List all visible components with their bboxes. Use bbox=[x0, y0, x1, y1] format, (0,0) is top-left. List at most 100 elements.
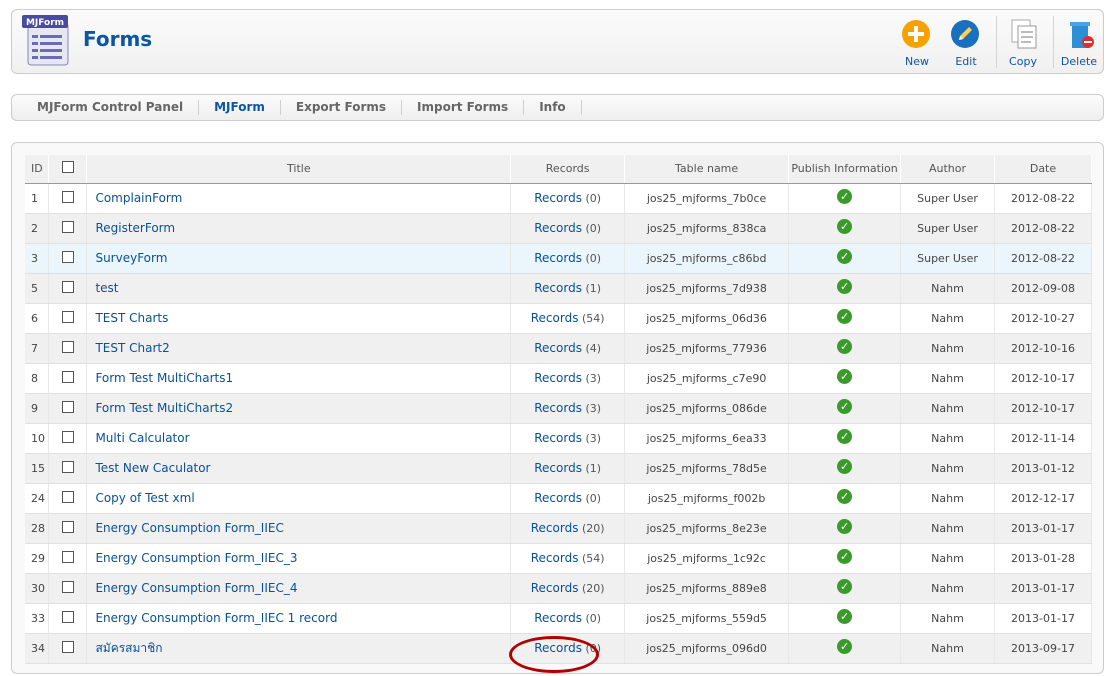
published-check-icon[interactable]: ✓ bbox=[837, 219, 853, 234]
records-link[interactable]: Records bbox=[534, 191, 582, 205]
row-records-cell: Records (3) bbox=[510, 423, 626, 454]
published-check-icon[interactable]: ✓ bbox=[837, 369, 853, 384]
row-date: 2012-11-14 bbox=[994, 423, 1093, 454]
row-checkbox[interactable] bbox=[61, 550, 74, 563]
row-date: 2013-01-17 bbox=[994, 603, 1093, 634]
records-link[interactable]: Records bbox=[534, 491, 582, 505]
published-check-icon[interactable]: ✓ bbox=[837, 519, 853, 534]
submenu-item-import-forms[interactable]: Import Forms bbox=[402, 100, 525, 115]
records-link[interactable]: Records bbox=[534, 341, 582, 355]
published-check-icon[interactable]: ✓ bbox=[837, 609, 853, 624]
row-checkbox[interactable] bbox=[61, 250, 74, 263]
row-author: Super User bbox=[900, 243, 995, 274]
published-check-icon[interactable]: ✓ bbox=[837, 249, 853, 264]
published-check-icon[interactable]: ✓ bbox=[837, 309, 853, 324]
row-checkbox[interactable] bbox=[61, 220, 74, 233]
edit-button[interactable]: Edit bbox=[943, 18, 989, 68]
plus-icon bbox=[902, 20, 930, 48]
column-header-table-name[interactable]: Table name bbox=[624, 155, 790, 184]
table-row: 5 test Records (1) jos25_mjforms_7d938 ✓ Nahm… bbox=[25, 273, 1093, 304]
published-check-icon[interactable]: ✓ bbox=[837, 579, 853, 594]
submenu-item-mjform[interactable]: MJForm bbox=[199, 100, 281, 115]
published-check-icon[interactable]: ✓ bbox=[837, 639, 853, 654]
row-records-cell: Records (20) bbox=[510, 573, 626, 604]
table-row: 6 TEST Charts Records (54) jos25_mjforms_06… bbox=[25, 303, 1093, 334]
row-checkbox[interactable] bbox=[61, 640, 74, 653]
row-checkbox[interactable] bbox=[61, 310, 74, 323]
records-link[interactable]: Records bbox=[531, 581, 579, 595]
records-link[interactable]: Records bbox=[534, 431, 582, 445]
row-publish-cell: ✓ bbox=[788, 363, 902, 394]
delete-button[interactable]: Delete bbox=[1056, 18, 1102, 68]
row-publish-cell: ✓ bbox=[788, 573, 902, 604]
form-title-link[interactable]: Copy of Test xml bbox=[95, 491, 194, 505]
records-link[interactable]: Records bbox=[534, 251, 582, 265]
check-all-checkbox[interactable] bbox=[61, 161, 74, 174]
table-row: 30 Energy Consumption Form_IIEC_4 Records … bbox=[25, 573, 1093, 604]
row-checkbox[interactable] bbox=[61, 370, 74, 383]
copy-button[interactable]: Copy bbox=[1000, 18, 1046, 68]
records-link[interactable]: Records bbox=[534, 281, 582, 295]
form-title-link[interactable]: RegisterForm bbox=[95, 221, 175, 235]
row-checkbox[interactable] bbox=[61, 460, 74, 473]
submenu-item-export-forms[interactable]: Export Forms bbox=[281, 100, 403, 115]
row-checkbox[interactable] bbox=[61, 520, 74, 533]
row-title-cell: Multi Calculator bbox=[86, 423, 512, 454]
row-checkbox[interactable] bbox=[61, 280, 74, 293]
form-title-link[interactable]: SurveyForm bbox=[95, 251, 167, 265]
published-check-icon[interactable]: ✓ bbox=[837, 459, 853, 474]
form-title-link[interactable]: TEST Chart2 bbox=[95, 341, 169, 355]
records-link[interactable]: Records bbox=[531, 521, 579, 535]
row-checkbox[interactable] bbox=[61, 580, 74, 593]
form-title-link[interactable]: ComplainForm bbox=[95, 191, 182, 205]
records-link[interactable]: Records bbox=[534, 461, 582, 475]
published-check-icon[interactable]: ✓ bbox=[837, 399, 853, 414]
row-records-cell: Records (3) bbox=[510, 363, 626, 394]
row-checkbox[interactable] bbox=[61, 490, 74, 503]
row-checkbox[interactable] bbox=[61, 430, 74, 443]
form-title-link[interactable]: Energy Consumption Form_IIEC 1 record bbox=[95, 611, 337, 625]
records-link[interactable]: Records bbox=[534, 221, 582, 235]
column-header-publish[interactable]: Publish Information bbox=[788, 155, 902, 184]
records-link[interactable]: Records bbox=[534, 401, 582, 415]
submenu-item-control-panel[interactable]: MJForm Control Panel bbox=[22, 100, 200, 115]
published-check-icon[interactable]: ✓ bbox=[837, 549, 853, 564]
form-title-link[interactable]: สมัครสมาชิก bbox=[95, 641, 162, 655]
form-title-link[interactable]: Form Test MultiCharts2 bbox=[95, 401, 233, 415]
records-link[interactable]: Records bbox=[531, 551, 579, 565]
column-header-id[interactable]: ID bbox=[25, 155, 50, 184]
new-button[interactable]: New bbox=[894, 18, 940, 68]
published-check-icon[interactable]: ✓ bbox=[837, 339, 853, 354]
form-title-link[interactable]: Energy Consumption Form_IIEC bbox=[95, 521, 283, 535]
column-header-date[interactable]: Date bbox=[994, 155, 1093, 184]
row-checkbox[interactable] bbox=[61, 190, 74, 203]
records-link[interactable]: Records bbox=[531, 311, 579, 325]
form-title-link[interactable]: Multi Calculator bbox=[95, 431, 189, 445]
table-header-row: ID Title Records Table name Publish Info… bbox=[25, 155, 1093, 184]
row-checkbox[interactable] bbox=[61, 340, 74, 353]
records-count: (3) bbox=[585, 402, 602, 415]
form-title-link[interactable]: Energy Consumption Form_IIEC_4 bbox=[95, 581, 297, 595]
toolbar-divider bbox=[996, 16, 997, 68]
row-checkbox[interactable] bbox=[61, 610, 74, 623]
form-title-link[interactable]: Form Test MultiCharts1 bbox=[95, 371, 233, 385]
row-author: Nahm bbox=[900, 333, 995, 364]
column-header-title[interactable]: Title bbox=[86, 155, 512, 184]
form-title-link[interactable]: test bbox=[95, 281, 118, 295]
records-link[interactable]: Records bbox=[534, 611, 582, 625]
submenu-item-info[interactable]: Info bbox=[524, 100, 582, 115]
column-header-records[interactable]: Records bbox=[510, 155, 626, 184]
form-title-link[interactable]: Test New Caculator bbox=[95, 461, 210, 475]
records-link[interactable]: Records bbox=[534, 371, 582, 385]
form-title-link[interactable]: Energy Consumption Form_IIEC_3 bbox=[95, 551, 297, 565]
published-check-icon[interactable]: ✓ bbox=[837, 429, 853, 444]
form-title-link[interactable]: TEST Charts bbox=[95, 311, 168, 325]
published-check-icon[interactable]: ✓ bbox=[837, 489, 853, 504]
row-checkbox[interactable] bbox=[61, 400, 74, 413]
column-header-author[interactable]: Author bbox=[900, 155, 995, 184]
published-check-icon[interactable]: ✓ bbox=[837, 189, 853, 204]
records-link[interactable]: Records bbox=[534, 641, 582, 655]
published-check-icon[interactable]: ✓ bbox=[837, 279, 853, 294]
row-id: 2 bbox=[25, 213, 50, 244]
row-author: Nahm bbox=[900, 423, 995, 454]
